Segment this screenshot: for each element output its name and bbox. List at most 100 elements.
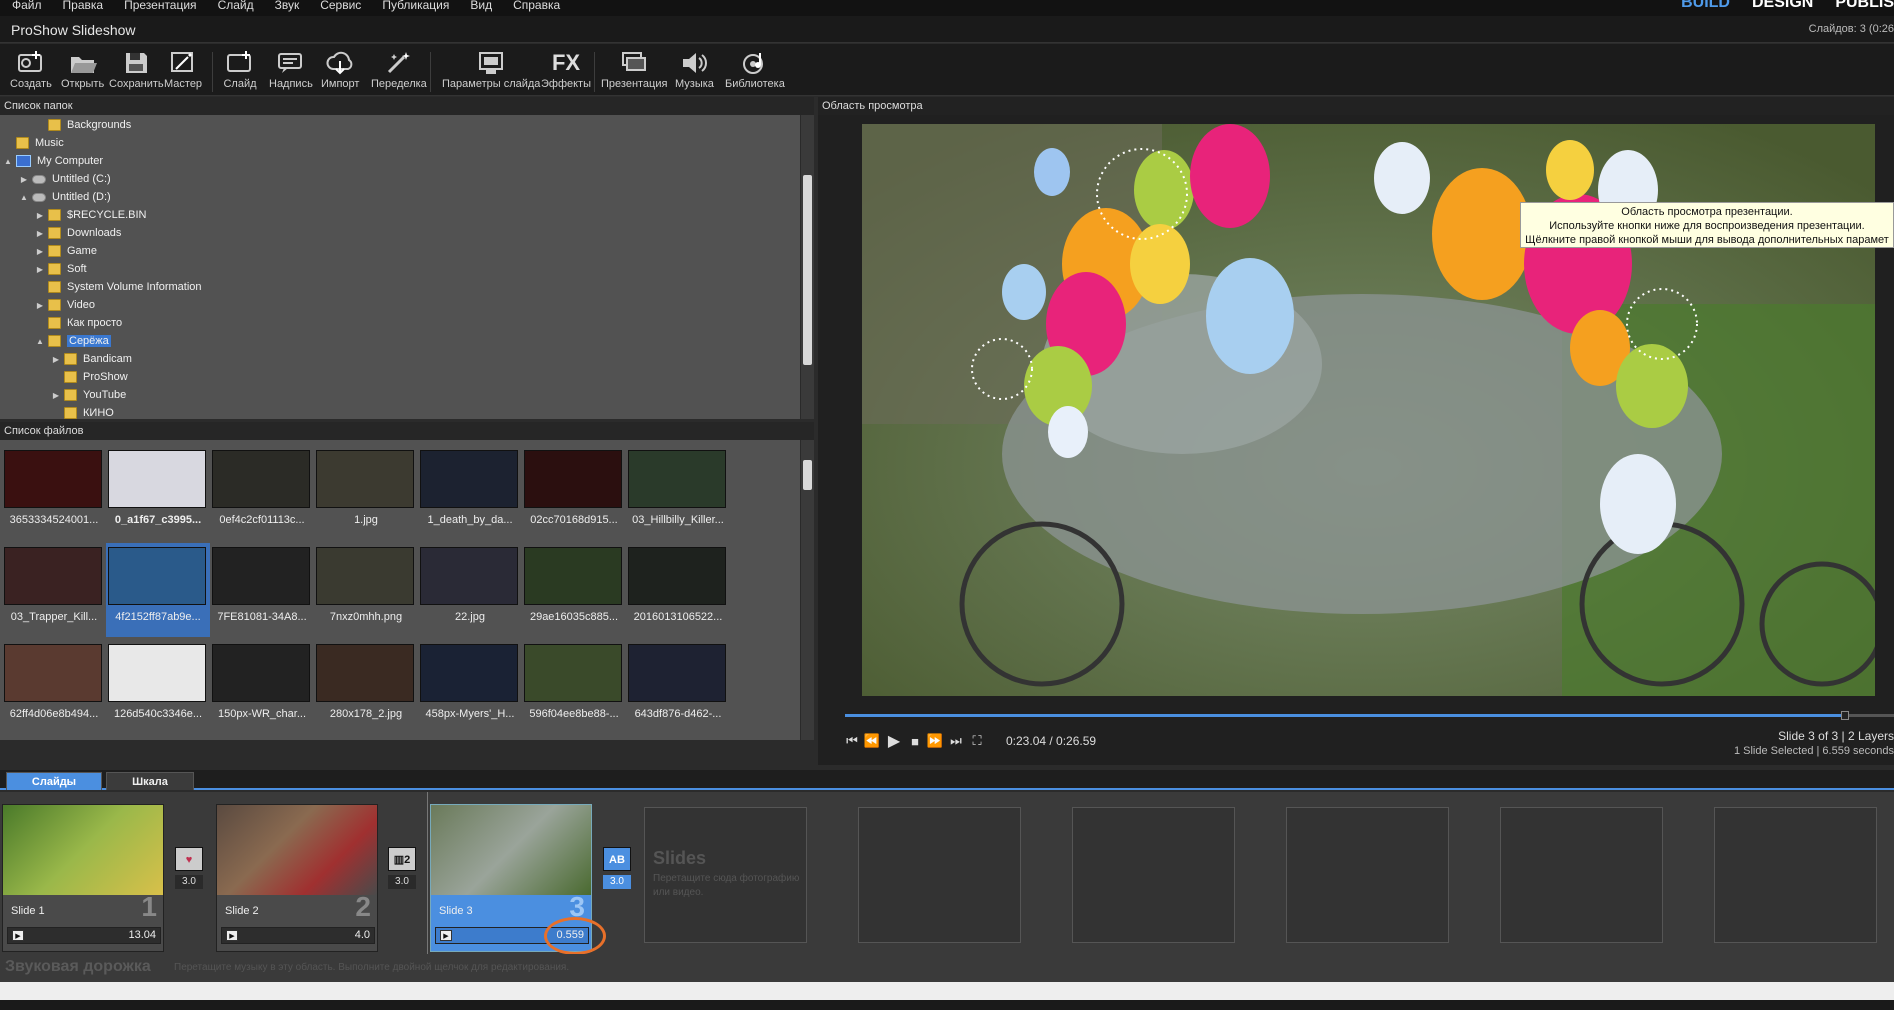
tree-item-backgrounds[interactable]: Backgrounds bbox=[36, 116, 131, 134]
slide-duration-bar[interactable]: ▶ 13.04 bbox=[7, 927, 161, 944]
tree-item-music[interactable]: Music bbox=[4, 134, 64, 152]
slide-duration[interactable]: 4.0 bbox=[355, 929, 370, 941]
empty-slide-slot[interactable]: Slides Перетащите сюда фотографию или вид… bbox=[644, 807, 807, 943]
heart-transition-icon[interactable]: ♥ bbox=[175, 847, 203, 871]
play-icon[interactable]: ▶ bbox=[885, 733, 903, 750]
empty-slide-slot[interactable] bbox=[1072, 807, 1235, 943]
expand-arrow-icon[interactable]: ▶ bbox=[36, 265, 44, 274]
stop-icon[interactable]: ■ bbox=[906, 733, 924, 749]
tree-item-bandicam[interactable]: ▶ Bandicam bbox=[52, 350, 132, 368]
tree-item-game[interactable]: ▶ Game bbox=[36, 242, 97, 260]
empty-slide-slot[interactable] bbox=[1286, 807, 1449, 943]
playhead-marker[interactable] bbox=[427, 792, 428, 980]
slide-card[interactable]: 2 Slide 2 ▶ 4.0 bbox=[216, 804, 378, 952]
expand-arrow-icon[interactable]: ▶ bbox=[20, 175, 28, 184]
transition-3[interactable]: AB 3.0 bbox=[600, 847, 634, 897]
tree-item-proshow[interactable]: ProShow bbox=[52, 368, 128, 386]
mode-build[interactable]: BUILD bbox=[1681, 0, 1730, 12]
file-thumbnail[interactable]: 596f04ee8be88-... bbox=[522, 640, 626, 734]
ab-transition-icon[interactable]: AB bbox=[603, 847, 631, 871]
slide-duration-bar[interactable]: ▶ 4.0 bbox=[221, 927, 375, 944]
empty-slide-slot[interactable] bbox=[1500, 807, 1663, 943]
open-button[interactable]: Открыть bbox=[61, 48, 104, 90]
bars-transition-icon[interactable]: ▥2 bbox=[388, 847, 416, 871]
menu-slide[interactable]: Слайд bbox=[206, 0, 263, 13]
file-thumbnail[interactable]: 1.jpg bbox=[314, 446, 418, 540]
empty-slide-slot[interactable] bbox=[1714, 807, 1877, 943]
show-options-button[interactable]: Презентация bbox=[601, 48, 667, 90]
remix-button[interactable]: Переделка bbox=[371, 48, 427, 90]
file-thumbnail[interactable]: 3653334524001... bbox=[2, 446, 106, 540]
tab-slides[interactable]: Слайды bbox=[6, 772, 102, 790]
folder-tree-scrollbar[interactable] bbox=[800, 115, 814, 419]
file-thumbnail[interactable]: 2016013106522... bbox=[626, 543, 730, 637]
effects-button[interactable]: FX Эффекты bbox=[541, 48, 591, 90]
file-thumbnail[interactable]: 643df876-d462-... bbox=[626, 640, 730, 734]
slide-options-button[interactable]: Параметры слайда bbox=[442, 48, 540, 90]
file-thumbnail[interactable]: 22.jpg bbox=[418, 543, 522, 637]
transition-time[interactable]: 3.0 bbox=[603, 875, 631, 889]
fullscreen-icon[interactable]: ⛶ bbox=[968, 733, 986, 749]
file-thumbnail[interactable]: 7FE81081-34A8... bbox=[210, 543, 314, 637]
tree-item-kino[interactable]: КИНО bbox=[52, 404, 114, 419]
file-thumbnail[interactable]: 7nxz0mhh.png bbox=[314, 543, 418, 637]
tree-item-video[interactable]: ▶ Video bbox=[36, 296, 95, 314]
scrollbar-thumb[interactable] bbox=[803, 175, 812, 365]
progress-handle[interactable] bbox=[1840, 711, 1849, 720]
tab-timeline[interactable]: Шкала bbox=[106, 772, 194, 790]
tree-item-serezha[interactable]: ▲ Серёжа bbox=[36, 332, 111, 350]
collapse-arrow-icon[interactable]: ▲ bbox=[20, 193, 28, 202]
expand-arrow-icon[interactable]: ▶ bbox=[36, 211, 44, 220]
tree-item-my-computer[interactable]: ▲ My Computer bbox=[4, 152, 103, 170]
wizard-button[interactable]: Мастер bbox=[164, 48, 202, 90]
transition-2[interactable]: ▥2 3.0 bbox=[385, 847, 419, 897]
empty-slide-slot[interactable] bbox=[858, 807, 1021, 943]
music-button[interactable]: Музыка bbox=[675, 48, 714, 90]
create-button[interactable]: Создать bbox=[10, 48, 52, 90]
transition-time[interactable]: 3.0 bbox=[388, 875, 416, 889]
file-thumbnail[interactable]: 03_Hillbilly_Killer... bbox=[626, 446, 730, 540]
tree-item-youtube[interactable]: ▶ YouTube bbox=[52, 386, 126, 404]
file-thumbnail[interactable]: 150px-WR_char... bbox=[210, 640, 314, 734]
menu-view[interactable]: Вид bbox=[458, 0, 501, 13]
file-grid-scrollbar[interactable] bbox=[800, 440, 814, 740]
expand-arrow-icon[interactable]: ▶ bbox=[36, 301, 44, 310]
mode-design[interactable]: DESIGN bbox=[1752, 0, 1813, 12]
skip-end-icon[interactable]: ⏭ bbox=[947, 733, 965, 749]
file-thumbnail[interactable]: 0ef4c2cf01113c... bbox=[210, 446, 314, 540]
tree-item-soft[interactable]: ▶ Soft bbox=[36, 260, 87, 278]
slide-button[interactable]: Слайд bbox=[223, 48, 257, 90]
file-thumbnail[interactable]: 03_Trapper_Kill... bbox=[2, 543, 106, 637]
caption-button[interactable]: Надпись bbox=[269, 48, 313, 90]
playback-progress-bar[interactable] bbox=[845, 711, 1894, 720]
play-icon[interactable]: ▶ bbox=[226, 930, 238, 941]
file-thumbnail[interactable]: 29ae16035c885... bbox=[522, 543, 626, 637]
mode-publish[interactable]: PUBLIS bbox=[1835, 0, 1894, 12]
menu-edit[interactable]: Правка bbox=[51, 0, 113, 13]
fast-forward-icon[interactable]: ⏩ bbox=[926, 733, 944, 749]
expand-arrow-icon[interactable]: ▶ bbox=[36, 229, 44, 238]
tree-item-drive-d[interactable]: ▲ Untitled (D:) bbox=[20, 188, 111, 206]
expand-arrow-icon[interactable]: ▶ bbox=[36, 247, 44, 256]
tree-item-kak-prosto[interactable]: Как просто bbox=[36, 314, 122, 332]
expand-arrow-icon[interactable]: ▶ bbox=[52, 391, 60, 400]
tree-item-system-volume[interactable]: System Volume Information bbox=[36, 278, 202, 296]
play-icon[interactable]: ▶ bbox=[12, 930, 24, 941]
file-thumbnail[interactable]: 458px-Myers'_H... bbox=[418, 640, 522, 734]
menu-sound[interactable]: Звук bbox=[263, 0, 309, 13]
file-thumbnail[interactable]: 4f2152ff87ab9e... bbox=[106, 543, 210, 637]
transition-1[interactable]: ♥ 3.0 bbox=[172, 847, 206, 897]
save-button[interactable]: Сохранить bbox=[109, 48, 164, 90]
play-icon[interactable]: ▶ bbox=[440, 930, 452, 941]
tree-item-drive-c[interactable]: ▶ Untitled (C:) bbox=[20, 170, 111, 188]
slide-duration[interactable]: 13.04 bbox=[128, 929, 156, 941]
slide-card[interactable]: 1 Slide 1 ▶ 13.04 bbox=[2, 804, 164, 952]
file-thumbnail[interactable]: 126d540c3346e... bbox=[106, 640, 210, 734]
skip-start-icon[interactable]: ⏮ bbox=[843, 733, 861, 749]
import-button[interactable]: Импорт bbox=[321, 48, 359, 90]
file-thumbnail[interactable]: 02cc70168d915... bbox=[522, 446, 626, 540]
menu-presentation[interactable]: Презентация bbox=[112, 0, 206, 13]
collapse-arrow-icon[interactable]: ▲ bbox=[36, 337, 44, 346]
slide-list-scrollbar[interactable] bbox=[0, 982, 1894, 1000]
tree-item-recycle[interactable]: ▶ $RECYCLE.BIN bbox=[36, 206, 146, 224]
